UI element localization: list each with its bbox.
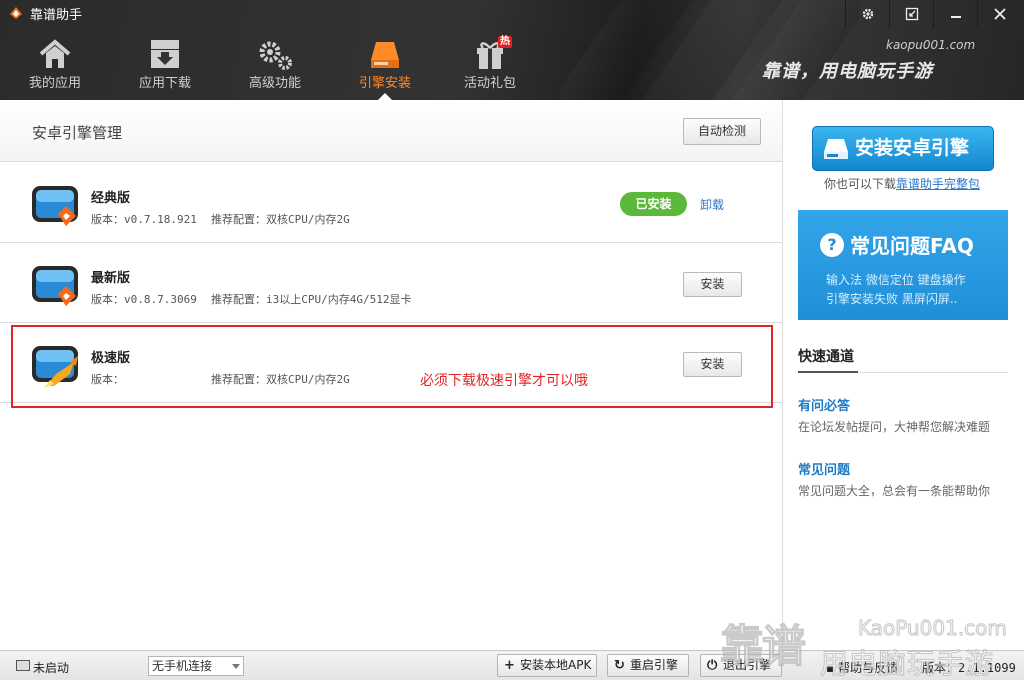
app-title: 靠谱助手 (30, 8, 83, 23)
question-icon: ? (820, 232, 844, 257)
power-icon: ⏻ (707, 658, 718, 673)
engine-version: 版本：v0.8.7.3069 (91, 293, 197, 306)
full-package-hint: 你也可以下载靠谱助手完整包 (824, 175, 980, 192)
annotation-text: 必须下载极速引擎才可以哦 (420, 373, 588, 389)
engine-version: 版本：v0.7.18.921 (91, 213, 197, 226)
uninstall-link[interactable]: 卸载 (700, 196, 724, 213)
panel-header: 安卓引擎管理 自动检测 (0, 100, 782, 162)
close-icon (993, 8, 1006, 20)
header-slogan: 靠谱，用电脑玩手游 (762, 61, 933, 82)
nav-my-apps[interactable]: 我的应用 (5, 34, 105, 100)
sidebar: 安装安卓引擎 你也可以下载靠谱助手完整包 ? 常见问题FAQ 输入法 微信定位 … (784, 100, 1024, 650)
quick-desc-faq: 常见问题大全，总会有一条能帮助你 (798, 484, 991, 498)
nav-label: 引擎安装 (358, 76, 411, 91)
faq-title-text: 常见问题FAQ (850, 234, 974, 258)
plus-icon: + (504, 658, 515, 673)
faq-topics-line2: 引擎安装失败 黑屏闪屏.. (826, 292, 958, 306)
engine-name: 最新版 (91, 271, 131, 286)
page-title: 安卓引擎管理 (32, 124, 123, 142)
quick-desc-qa: 在论坛发帖提问，大神帮您解决难题 (798, 420, 991, 434)
nav-app-download[interactable]: 应用下载 (115, 34, 215, 100)
top-header: 靠谱助手 我的应用 应用下载 高级功能 引擎安装 热 活动礼包 kaopu001… (0, 0, 1024, 100)
quick-link-faq[interactable]: 常见问题 (798, 459, 850, 478)
highlight-box (11, 325, 773, 408)
faq-banner[interactable]: ? 常见问题FAQ 输入法 微信定位 键盘操作 引擎安装失败 黑屏闪屏.. (798, 210, 1008, 320)
exit-engine-label: 退出引擎 (723, 658, 772, 672)
exit-engine-button[interactable]: ⏻ 退出引擎 (700, 654, 782, 677)
device-select-value: 无手机连接 (152, 659, 213, 673)
quick-channel-title: 快速通道 (798, 349, 854, 365)
quick-link-qa[interactable]: 有问必答 (798, 395, 850, 414)
gear-icon (862, 8, 873, 20)
site-url: kaopu001.com (886, 38, 976, 52)
close-button[interactable] (977, 0, 1021, 28)
device-select[interactable]: 无手机连接 (148, 656, 244, 676)
divider (798, 371, 1008, 373)
gears-icon (259, 41, 292, 70)
install-local-apk-button[interactable]: + 安装本地APK (497, 654, 597, 677)
header-decoration (560, 0, 860, 100)
engine-status: 未启动 (33, 661, 70, 675)
install-engine-label: 安装安卓引擎 (855, 137, 970, 159)
nav-label: 高级功能 (248, 76, 301, 91)
faq-topics-line1: 输入法 微信定位 键盘操作 (826, 273, 966, 287)
mini-mode-button[interactable] (889, 0, 933, 28)
engine-row-classic: 经典版 版本：v0.7.18.921 推荐配置：双核CPU/内存2G 已安装 卸… (0, 163, 782, 243)
nav-advanced[interactable]: 高级功能 (225, 34, 325, 100)
restart-engine-button[interactable]: ↻ 重启引擎 (607, 654, 689, 677)
status-bar: 未启动 无手机连接 + 安装本地APK ↻ 重启引擎 ⏻ 退出引擎 ▪ 帮助与反… (0, 650, 1024, 680)
version-label: 版本：2.1.1099 (922, 661, 1016, 675)
engine-install-icon (824, 139, 848, 159)
settings-button[interactable] (845, 0, 889, 28)
installed-badge: 已安装 (620, 192, 687, 216)
engine-latest-icon (32, 266, 78, 306)
monitor-icon (16, 660, 30, 671)
nav-label: 应用下载 (138, 76, 191, 91)
nav-gifts[interactable]: 热 活动礼包 (440, 34, 540, 100)
auto-detect-button[interactable]: 自动检测 (683, 118, 761, 145)
engine-config: 推荐配置：i3以上CPU/内存4G/512显卡 (211, 293, 412, 306)
engine-install-icon (371, 42, 399, 68)
home-icon (39, 39, 71, 68)
engine-management-panel: 安卓引擎管理 自动检测 经典版 版本：v0.7.18.921 推荐配置：双核CP… (0, 100, 783, 650)
chevron-down-icon (232, 664, 240, 669)
help-label: 帮助与反馈 (837, 661, 898, 675)
chat-icon: ▪ (826, 661, 835, 675)
minimize-icon (950, 16, 961, 18)
faq-title: ? 常见问题FAQ (820, 230, 974, 259)
nav-label: 活动礼包 (463, 76, 516, 91)
engine-row-latest: 最新版 版本：v0.8.7.3069 推荐配置：i3以上CPU/内存4G/512… (0, 243, 782, 323)
refresh-icon: ↻ (614, 658, 625, 673)
restart-engine-label: 重启引擎 (630, 658, 679, 672)
app-logo-icon (10, 7, 22, 19)
install-android-engine-button[interactable]: 安装安卓引擎 (812, 126, 994, 171)
engine-classic-icon (32, 186, 78, 226)
nav-engine-install[interactable]: 引擎安装 (335, 34, 435, 100)
download-box-icon (151, 40, 179, 68)
engine-config: 推荐配置：双核CPU/内存2G (211, 213, 350, 226)
install-latest-button[interactable]: 安装 (683, 272, 742, 297)
engine-name: 经典版 (91, 191, 131, 206)
minimize-button[interactable] (933, 0, 977, 28)
full-package-link[interactable]: 靠谱助手完整包 (896, 177, 980, 191)
install-apk-label: 安装本地APK (520, 658, 592, 672)
help-feedback-link[interactable]: ▪ 帮助与反馈 (826, 659, 898, 676)
minimize-to-tray-icon (905, 7, 918, 21)
hot-badge: 热 (498, 36, 512, 48)
nav-label: 我的应用 (28, 76, 81, 91)
full-package-prefix: 你也可以下载 (824, 177, 897, 191)
